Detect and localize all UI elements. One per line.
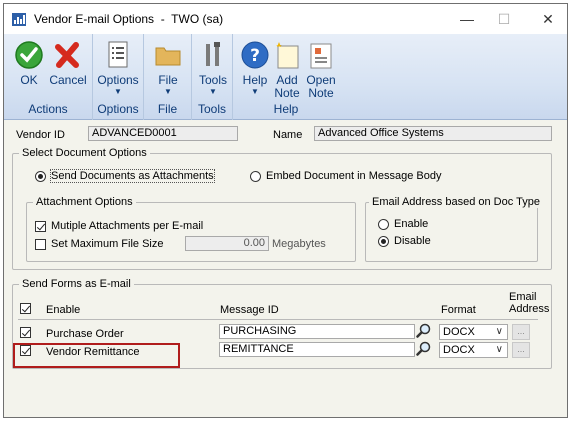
cancel-label: Cancel bbox=[49, 73, 87, 87]
help-group-caption: Help bbox=[273, 102, 299, 116]
purchase-order-format-select[interactable]: DOCX ∨ bbox=[439, 324, 508, 340]
ribbon-group-tools: Tools ▼ Tools bbox=[192, 34, 233, 120]
embed-radio[interactable] bbox=[250, 171, 261, 182]
tools-icon bbox=[206, 42, 220, 66]
actions-group-caption: Actions bbox=[28, 102, 68, 116]
file-dropdown-arrow-icon: ▼ bbox=[164, 87, 172, 96]
send-forms-title: Send Forms as E-mail bbox=[19, 278, 134, 290]
vendor-remittance-message-id-field[interactable]: REMITTANCE bbox=[219, 342, 415, 357]
tools-button[interactable]: Tools ▼ bbox=[191, 38, 235, 100]
ribbon-group-file: File ▼ File bbox=[144, 34, 192, 120]
file-group-caption: File bbox=[157, 102, 178, 116]
options-button[interactable]: Options ▼ bbox=[96, 38, 140, 100]
ok-check-icon bbox=[15, 41, 43, 69]
chevron-down-icon: ∨ bbox=[495, 344, 503, 355]
file-label: File bbox=[158, 73, 178, 87]
max-file-size-checkbox[interactable] bbox=[35, 239, 46, 250]
ribbon-group-options: Options ▼ Options bbox=[93, 34, 144, 120]
attachments-radio[interactable] bbox=[35, 171, 46, 182]
doc-type-disable-radio[interactable] bbox=[378, 236, 389, 247]
close-button[interactable]: ✕ bbox=[534, 8, 562, 30]
options-document-icon bbox=[108, 41, 128, 68]
ribbon-group-actions: OK Cancel Actions bbox=[4, 34, 93, 120]
lookup-magnifier-icon[interactable] bbox=[416, 323, 432, 339]
vendor-email-options-window: Vendor E-mail Options - TWO (sa) — ☐ ✕ O… bbox=[3, 3, 568, 418]
ok-button[interactable]: OK bbox=[7, 38, 51, 100]
vendor-id-label: Vendor ID bbox=[16, 129, 65, 141]
maximize-button[interactable]: ☐ bbox=[490, 8, 518, 30]
ribbon-group-help: ? Help ▼ Add Note Open Note Help bbox=[233, 34, 339, 120]
options-dropdown-arrow-icon: ▼ bbox=[114, 87, 122, 96]
vendor-remittance-format-value: DOCX bbox=[443, 344, 475, 356]
ok-label: OK bbox=[20, 73, 38, 87]
message-id-column-header: Message ID bbox=[220, 304, 279, 316]
multiple-attachments-label: Mutiple Attachments per E-mail bbox=[51, 220, 204, 232]
attachment-options-title: Attachment Options bbox=[33, 196, 136, 208]
doc-type-enable-radio[interactable] bbox=[378, 219, 389, 230]
purchase-order-message-id-field[interactable]: PURCHASING bbox=[219, 324, 415, 339]
embed-radio-label[interactable]: Embed Document in Message Body bbox=[266, 170, 441, 182]
enable-column-header: Enable bbox=[46, 304, 81, 316]
email-address-column-header: Email Address bbox=[509, 291, 550, 315]
window-title: Vendor E-mail Options - TWO (sa) bbox=[34, 12, 224, 26]
tools-label: Tools bbox=[198, 73, 227, 87]
folder-icon bbox=[155, 47, 181, 66]
options-label: Options bbox=[97, 73, 139, 87]
purchase-order-email-address-button[interactable]: ... bbox=[512, 324, 530, 340]
vendor-name-label: Name bbox=[273, 129, 303, 141]
vendor-id-field[interactable]: ADVANCED0001 bbox=[88, 126, 238, 141]
doc-type-enable-label: Enable bbox=[394, 218, 429, 230]
doc-type-disable-label: Disable bbox=[394, 235, 431, 247]
vendor-remittance-email-address-button[interactable]: ... bbox=[512, 342, 530, 358]
max-file-size-field[interactable]: 0.00 bbox=[185, 236, 269, 251]
purchase-order-checkbox[interactable] bbox=[20, 327, 31, 338]
svg-text:?: ? bbox=[250, 46, 260, 66]
chevron-down-icon: ∨ bbox=[495, 326, 503, 337]
tools-dropdown-arrow-icon: ▼ bbox=[209, 87, 217, 96]
select-document-options-title: Select Document Options bbox=[19, 147, 150, 159]
max-file-size-label: Set Maximum File Size bbox=[51, 238, 164, 250]
vendor-remittance-highlight-box bbox=[13, 343, 180, 368]
cancel-x-icon bbox=[55, 42, 79, 68]
attachment-options-group: Attachment Options bbox=[26, 196, 356, 262]
header-divider bbox=[18, 319, 538, 320]
file-button[interactable]: File ▼ bbox=[146, 38, 190, 100]
vendor-name-field[interactable]: Advanced Office Systems bbox=[314, 126, 552, 141]
vendor-remittance-format-select[interactable]: DOCX ∨ bbox=[439, 342, 508, 358]
purchase-order-format-value: DOCX bbox=[443, 326, 475, 338]
multiple-attachments-checkbox[interactable] bbox=[35, 221, 46, 232]
tools-group-caption: Tools bbox=[197, 102, 226, 116]
max-file-size-unit: Megabytes bbox=[272, 238, 326, 250]
enable-all-checkbox[interactable] bbox=[20, 303, 31, 314]
lookup-magnifier-icon[interactable] bbox=[416, 341, 432, 357]
add-note-icon bbox=[276, 42, 299, 69]
cancel-button[interactable]: Cancel bbox=[46, 38, 90, 100]
doc-type-email-group: Email Address based on Doc Type bbox=[365, 196, 543, 262]
minimize-button[interactable]: — bbox=[453, 8, 481, 30]
attachments-radio-label[interactable]: Send Documents as Attachments bbox=[50, 169, 215, 183]
app-icon bbox=[12, 13, 26, 26]
ribbon-toolbar: OK Cancel Actions Options ▼ Options File… bbox=[4, 34, 567, 120]
open-note-icon bbox=[310, 43, 332, 69]
open-note-button[interactable]: Open Note bbox=[299, 38, 343, 100]
doc-type-email-title: Email Address based on Doc Type bbox=[369, 196, 543, 208]
options-group-caption: Options bbox=[97, 102, 139, 116]
format-column-header: Format bbox=[441, 304, 476, 316]
open-note-label: Open Note bbox=[306, 73, 336, 100]
purchase-order-label: Purchase Order bbox=[46, 328, 124, 340]
title-bar: Vendor E-mail Options - TWO (sa) — ☐ ✕ bbox=[4, 4, 567, 34]
